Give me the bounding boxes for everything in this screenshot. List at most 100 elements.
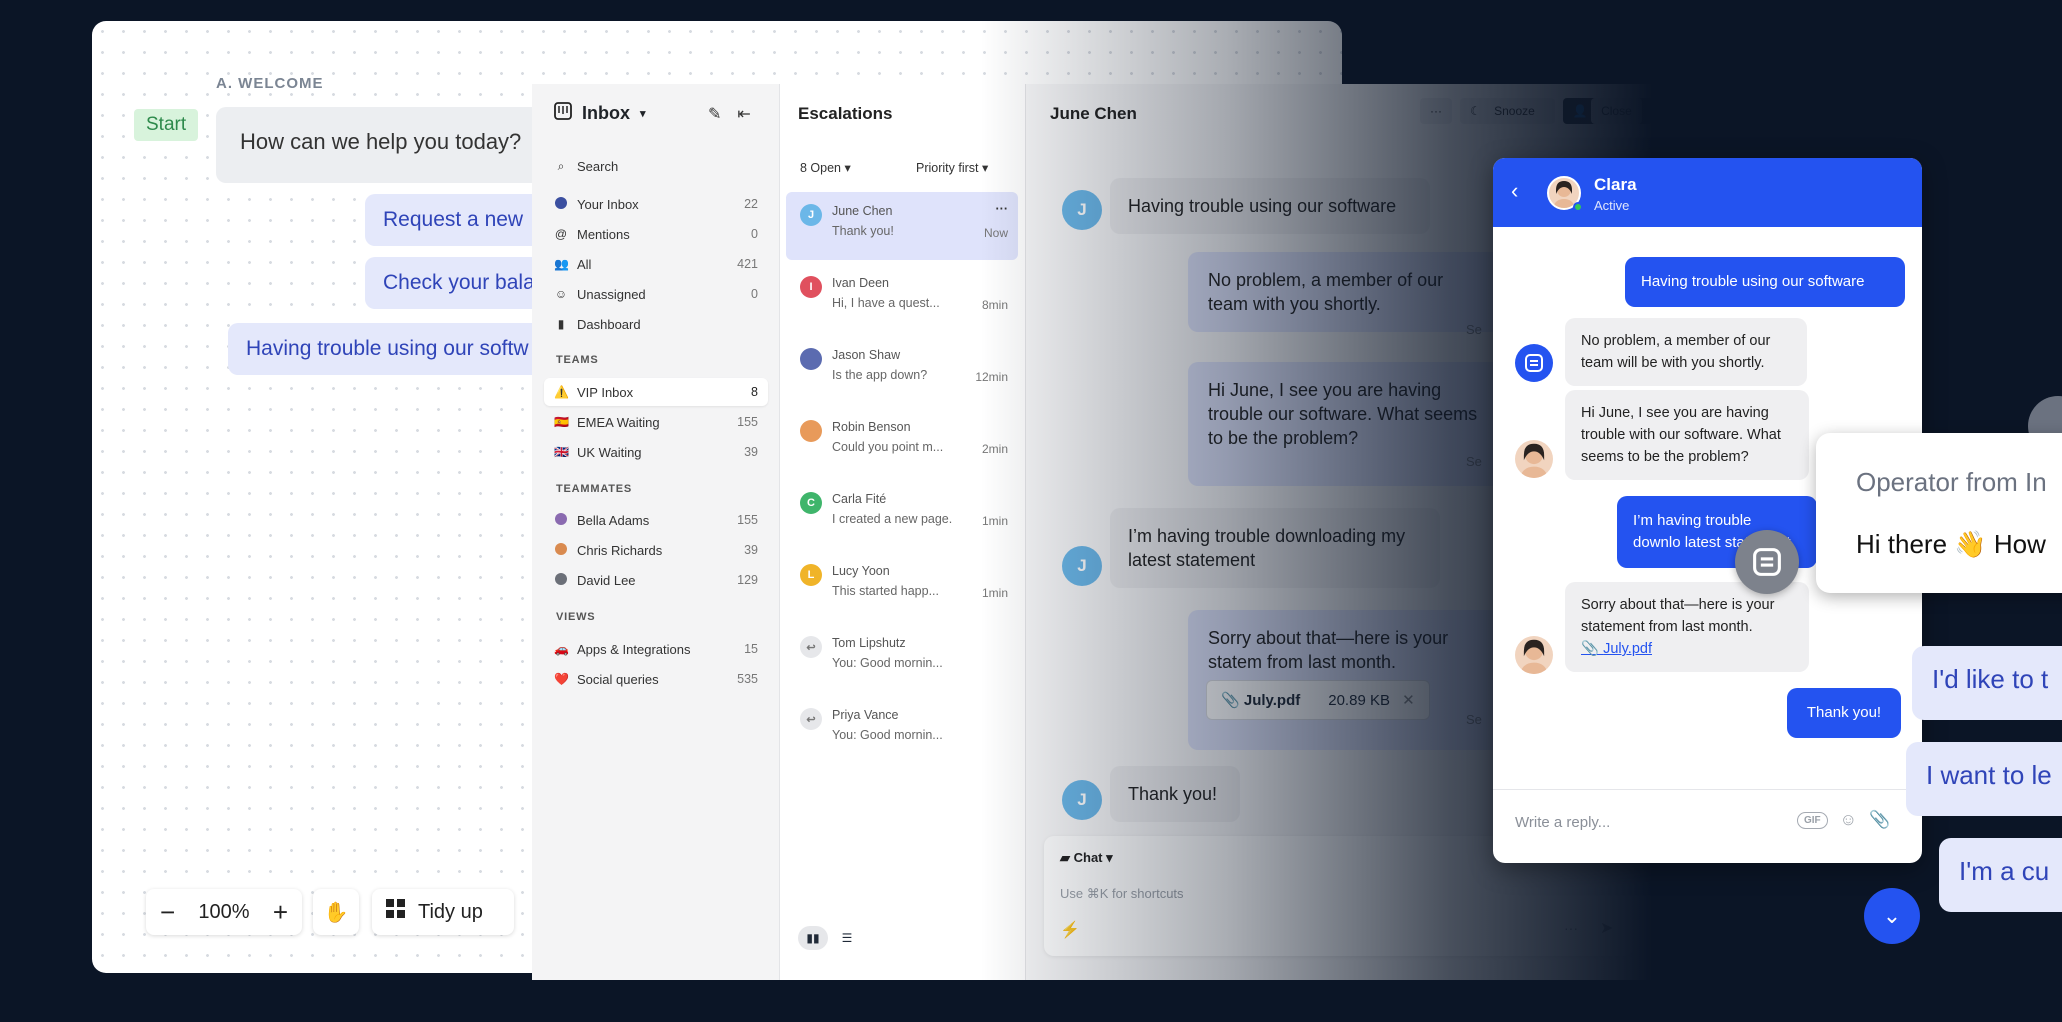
avatar: I — [800, 276, 822, 298]
zoom-out-button[interactable]: − — [160, 897, 175, 928]
quick-reply-button[interactable]: I'm a cu — [1939, 838, 2062, 912]
split-view-icon[interactable]: ▮▮ — [798, 926, 828, 950]
conversation-item-june-chen[interactable]: J June Chen Thank you! ··· Now — [786, 192, 1018, 260]
snooze-button[interactable]: ☾ Snooze — [1460, 98, 1555, 124]
conversation-item-robin-benson[interactable]: Robin Benson Could you point m... 2min — [786, 408, 1018, 476]
more-options-icon[interactable]: ··· — [1564, 920, 1578, 936]
sort-filter-dropdown[interactable]: Priority first ▾ — [916, 160, 988, 175]
paperclip-icon[interactable]: 📎 — [1869, 810, 1890, 830]
sidebar-item-label: VIP Inbox — [577, 384, 634, 400]
conversation-name: Carla Fité — [832, 492, 887, 506]
user-message: Having trouble using our software — [1625, 257, 1905, 307]
sidebar-item-count: 155 — [737, 415, 758, 429]
reply-box[interactable]: Write a reply... GIF ☺ 📎 — [1493, 789, 1922, 863]
sidebar-item-david-lee[interactable]: David Lee 129 — [544, 566, 768, 594]
sidebar-item-label: EMEA Waiting — [577, 414, 660, 430]
sidebar-item-label: Mentions — [577, 226, 630, 242]
collapse-sidebar-icon[interactable]: ⇤ — [737, 104, 750, 124]
conversation-name: June Chen — [832, 204, 893, 218]
sidebar-item-chris-richards[interactable]: Chris Richards 39 — [544, 536, 768, 564]
sidebar-item-label: Unassigned — [577, 286, 646, 302]
messenger-header: ‹ Clara Active — [1493, 158, 1922, 227]
bot-icon — [1753, 548, 1781, 576]
conversation-item-tom-lipshutz[interactable]: ↩ Tom Lipshutz You: Good mornin... — [786, 624, 1018, 692]
sidebar-item-mentions[interactable]: @ Mentions 0 — [544, 220, 768, 248]
operator-preview-card[interactable]: Operator from In Hi there 👋 How — [1816, 433, 2062, 593]
avatar: C — [800, 492, 822, 514]
sidebar-item-your-inbox[interactable]: Your Inbox 22 — [544, 190, 768, 218]
conversation-item-carla-fite[interactable]: C Carla Fité I created a new page... 1mi… — [786, 480, 1018, 548]
quick-reply-button[interactable]: I'd like to t — [1912, 646, 2062, 720]
send-icon[interactable]: ➤ — [1600, 918, 1613, 938]
unassigned-icon: ☺ — [554, 287, 568, 301]
conversation-name: Jason Shaw — [832, 348, 901, 362]
conversation-preview: You: Good mornin... — [832, 656, 943, 670]
thread-title: June Chen — [1050, 104, 1137, 123]
customer-message: Having trouble using our software — [1110, 178, 1430, 234]
conversation-name: Ivan Deen — [832, 276, 889, 290]
file-size: 20.89 KB — [1328, 692, 1390, 709]
inbox-switcher[interactable]: Inbox ▾ — [554, 102, 646, 125]
conversation-item-jason-shaw[interactable]: Jason Shaw Is the app down? 12min — [786, 336, 1018, 404]
sidebar-item-vip-inbox[interactable]: ⚠️ VIP Inbox 8 — [544, 378, 768, 406]
avatar — [1515, 636, 1553, 674]
conversation-list: Escalations 8 Open ▾ Priority first ▾ J … — [780, 84, 1026, 980]
sidebar-item-bella-adams[interactable]: Bella Adams 155 — [544, 506, 768, 534]
welcome-message-node[interactable]: How can we help you today? — [216, 107, 576, 183]
emoji-icon[interactable]: ☺ — [1840, 810, 1857, 830]
avatar: J — [800, 204, 822, 226]
file-link[interactable]: 📎 July.pdf — [1581, 638, 1793, 660]
lightning-icon[interactable]: ⚡ — [1060, 920, 1080, 940]
quick-reply-button[interactable]: I want to le — [1906, 742, 2062, 816]
close-icon[interactable]: ✕ — [1402, 692, 1415, 709]
pan-tool-button[interactable]: ✋ — [313, 889, 359, 935]
sidebar-item-all[interactable]: 👥 All 421 — [544, 250, 768, 278]
list-view-icon[interactable]: ☰ — [832, 926, 862, 950]
bar-chart-icon: ▮ — [557, 317, 565, 331]
back-arrow-icon[interactable]: ‹ — [1511, 178, 1518, 204]
more-options-button[interactable]: ··· — [1420, 98, 1452, 124]
more-options-icon[interactable]: ··· — [996, 202, 1009, 216]
conversation-item-ivan-deen[interactable]: I Ivan Deen Hi, I have a quest... 8min — [786, 264, 1018, 332]
scroll-down-button[interactable]: ⌄ — [1864, 888, 1920, 944]
messenger-launcher[interactable] — [1735, 530, 1799, 594]
conversation-time: 12min — [975, 370, 1008, 384]
reply-input[interactable]: Write a reply... — [1515, 814, 1610, 831]
flow-option-trouble[interactable]: Having trouble using our softw — [228, 323, 568, 375]
close-button[interactable]: 👤 Close — [1562, 98, 1652, 124]
thread-actions: ··· ☾ Snooze 👤 Close — [1420, 98, 1652, 124]
agent-message-text: Sorry about that—here is your statem fro… — [1208, 628, 1449, 672]
conversation-preview: Hi, I have a quest... — [832, 296, 940, 310]
open-filter-dropdown[interactable]: 8 Open ▾ — [800, 160, 851, 175]
tidy-up-button[interactable]: Tidy up — [372, 889, 514, 935]
sidebar-item-count: 535 — [737, 672, 758, 686]
conversation-time: Now — [983, 226, 1008, 240]
conversation-preview: Thank you! — [832, 224, 894, 238]
sidebar-item-count: 22 — [744, 197, 758, 211]
composer-placeholder: Use ⌘K for shortcuts — [1060, 886, 1184, 901]
sidebar-item-social-queries[interactable]: ❤️ Social queries 535 — [544, 665, 768, 693]
chevron-down-icon: ▾ — [1106, 850, 1113, 865]
sidebar-item-apps-integrations[interactable]: 🚗 Apps & Integrations 15 — [544, 635, 768, 663]
conversation-preview: You: Good mornin... — [832, 728, 943, 742]
zoom-in-button[interactable]: + — [273, 897, 288, 928]
sidebar-item-emea-waiting[interactable]: 🇪🇸 EMEA Waiting 155 — [544, 408, 768, 436]
conversation-preview: Is the app down? — [832, 368, 928, 382]
conversation-item-lucy-yoon[interactable]: L Lucy Yoon This started happ... 1min — [786, 552, 1018, 620]
sidebar-item-uk-waiting[interactable]: 🇬🇧 UK Waiting 39 — [544, 438, 768, 466]
sidebar-search[interactable]: ⌕ Search — [544, 152, 768, 180]
sidebar-item-unassigned[interactable]: ☺ Unassigned 0 — [544, 280, 768, 308]
sidebar-item-dashboard[interactable]: ▮ Dashboard — [544, 310, 768, 338]
avatar — [554, 512, 568, 528]
conversation-item-priya-vance[interactable]: ↩ Priya Vance You: Good mornin... — [786, 696, 1018, 764]
compose-icon[interactable]: ✎ — [708, 104, 721, 124]
gif-button[interactable]: GIF — [1797, 811, 1828, 829]
list-title: Escalations — [798, 104, 893, 123]
conversation-name: Priya Vance — [832, 708, 899, 722]
composer-mode-dropdown[interactable]: ▰ Chat ▾ — [1060, 850, 1113, 866]
teammates-header: TEAMMATES — [556, 483, 633, 495]
heart-icon: ❤️ — [554, 672, 569, 686]
sidebar-item-count: 129 — [737, 573, 758, 587]
file-attachment[interactable]: 📎 July.pdf 20.89 KB ✕ — [1206, 680, 1430, 720]
avatar — [1515, 440, 1553, 478]
